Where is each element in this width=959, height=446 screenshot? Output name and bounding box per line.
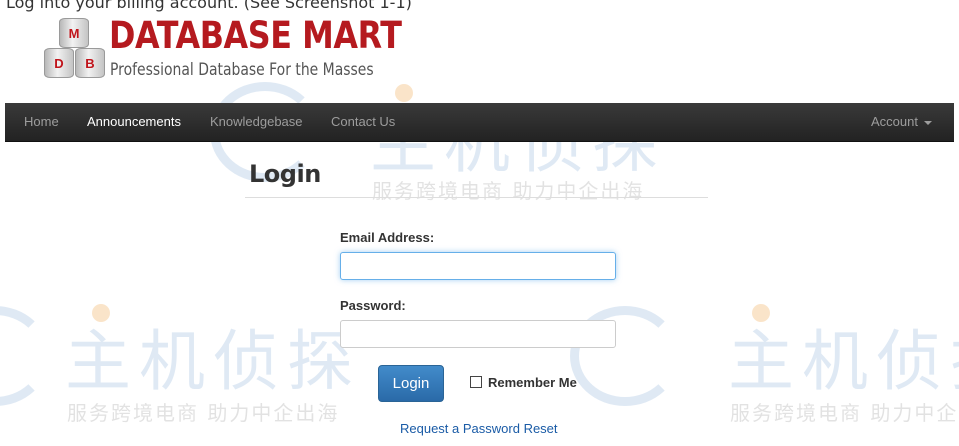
nav-announcements[interactable]: Announcements [87,114,181,129]
caret-down-icon [924,120,932,125]
nav-account-label: Account [871,114,918,129]
logo-barrel-b: B [75,48,105,78]
nav-knowledgebase[interactable]: Knowledgebase [210,114,303,129]
remember-me-checkbox[interactable] [470,376,482,388]
email-field[interactable] [340,252,616,280]
logo-barrel-icon: M D B [42,18,106,80]
logo-tagline: Professional Database For the Masses [110,60,374,80]
login-button[interactable]: Login [378,365,444,402]
title-divider [245,197,708,198]
remember-me[interactable]: Remember Me [470,375,577,390]
password-reset-link[interactable]: Request a Password Reset [400,421,558,436]
nav-contact-us[interactable]: Contact Us [331,114,395,129]
watermark-sub-text: 服务跨境电商 助力中企出海 [372,179,645,203]
watermark-main-text: 主机侦探 [65,323,361,400]
watermark-main-text: 主机侦探 [728,323,959,400]
top-navbar: Home Announcements Knowledgebase Contact… [5,103,954,142]
nav-home[interactable]: Home [24,114,59,129]
password-label: Password: [340,298,406,313]
caption-text: Log into your billing account. (See Scre… [6,0,412,12]
watermark-sub-text: 服务跨境电商 助力中企出海 [730,401,959,425]
site-logo[interactable]: M D B DATABASE MART Professional Databas… [42,14,402,84]
password-field[interactable] [340,320,616,348]
logo-barrel-m: M [59,18,89,48]
nav-account-dropdown[interactable]: Account [871,114,932,129]
page-title: Login [249,160,321,188]
watermark-sub-text: 服务跨境电商 助力中企出海 [67,401,340,425]
email-label: Email Address: [340,230,435,245]
logo-barrel-d: D [44,48,74,78]
remember-me-label: Remember Me [488,375,577,390]
logo-title: DATABASE MART [109,14,402,57]
